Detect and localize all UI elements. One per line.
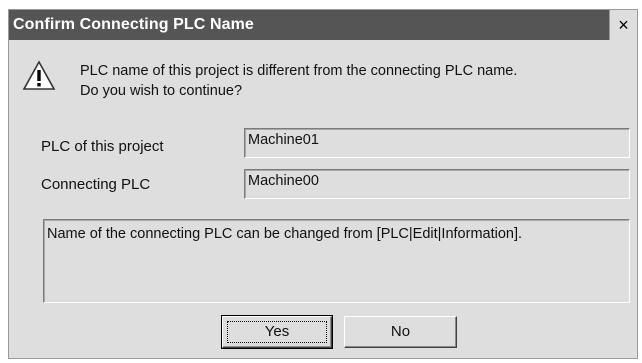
message-line-1: PLC name of this project is different fr… xyxy=(80,63,518,79)
warning-triangle-icon xyxy=(22,60,56,90)
close-icon: × xyxy=(618,15,629,35)
yes-button-label: Yes xyxy=(264,323,290,340)
close-button[interactable]: × xyxy=(609,10,637,40)
info-text-box: Name of the connecting PLC can be change… xyxy=(43,219,630,303)
confirm-dialog: Confirm Connecting PLC Name × PLC name o… xyxy=(8,9,638,359)
no-button-label: No xyxy=(390,323,411,340)
no-button[interactable]: No xyxy=(344,316,457,348)
connecting-plc-field: Machine00 xyxy=(244,169,630,199)
title-bar[interactable]: Confirm Connecting PLC Name × xyxy=(9,10,637,40)
warning-message: PLC name of this project is different fr… xyxy=(80,61,517,101)
yes-button[interactable]: Yes xyxy=(221,315,333,349)
project-plc-field: Machine01 xyxy=(244,128,630,158)
project-plc-label: PLC of this project xyxy=(41,138,164,155)
dialog-title: Confirm Connecting PLC Name xyxy=(13,16,254,33)
connecting-plc-label: Connecting PLC xyxy=(41,176,151,193)
message-line-2: Do you wish to continue? xyxy=(80,83,243,99)
